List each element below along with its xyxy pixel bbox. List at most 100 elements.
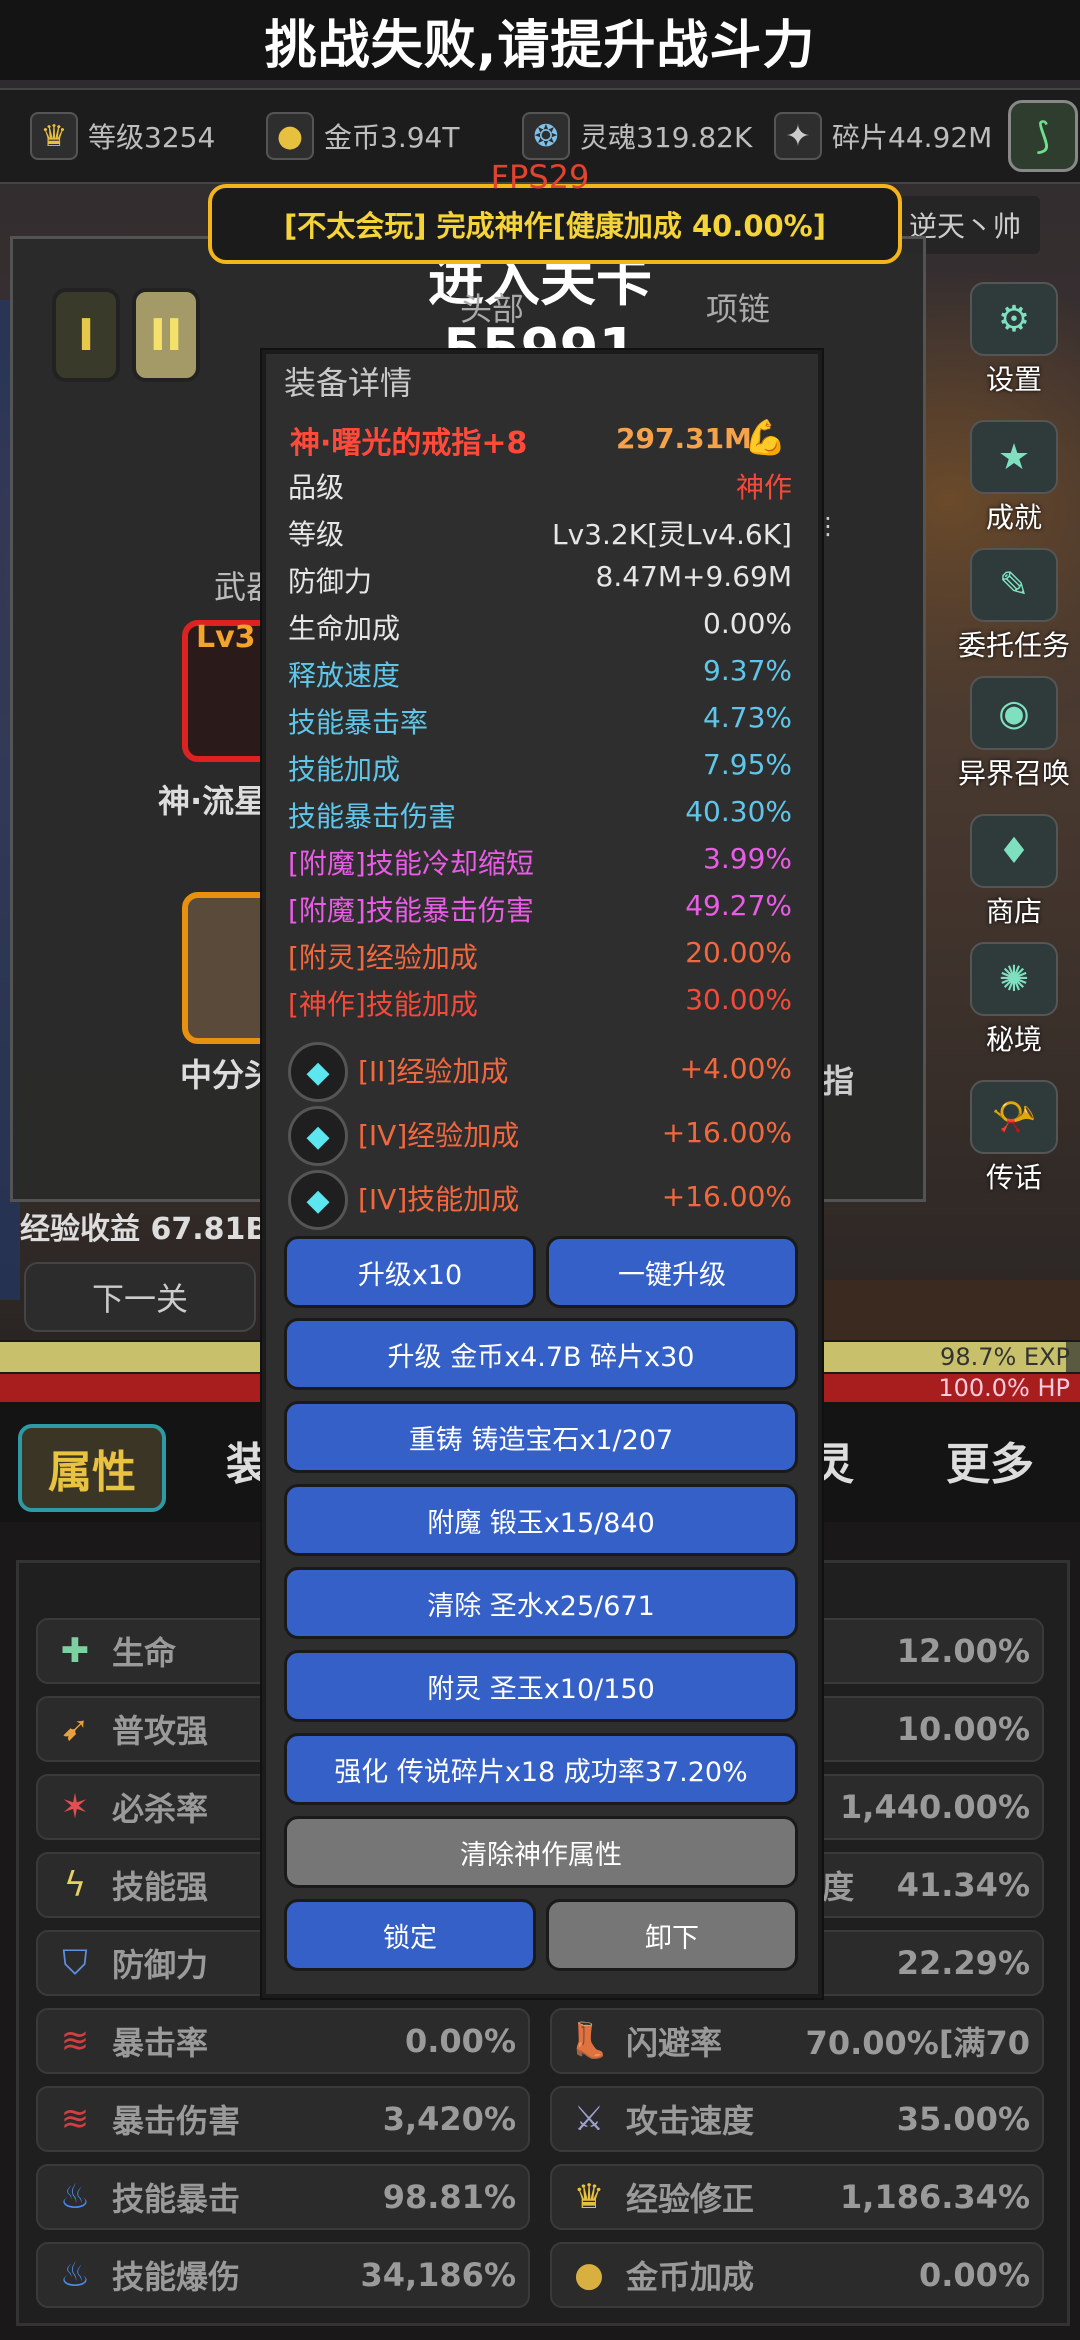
stat-label: 技能暴击 — [112, 2180, 241, 2218]
attack-icon: ➹ — [60, 1709, 90, 1749]
attribute-value: 神作 — [735, 471, 792, 504]
exp-percent: 98.7% EXP — [940, 1343, 1070, 1371]
unequip-button[interactable]: 卸下 — [546, 1899, 798, 1971]
star-icon: ★ — [970, 420, 1058, 494]
challenge-failed-banner: 挑战失败,请提升战斗力 — [0, 0, 1080, 80]
attribute-value: 20.00% — [685, 936, 792, 969]
next-stage-button[interactable]: 下一关 — [24, 1262, 256, 1332]
right-menu-item-5[interactable]: ✺ 秘境 — [952, 942, 1076, 1058]
tier-1-button[interactable]: I — [52, 288, 120, 382]
claw-red-icon: ≋ — [60, 2099, 90, 2139]
level-resource: ♛ 等级3254 — [30, 90, 215, 182]
stat-label: 生命 — [112, 1634, 177, 1672]
stat-row-right: ♛ 经验修正 1,186.34% — [550, 2164, 1044, 2230]
stat-value: 98.81% — [382, 2178, 516, 2216]
right-menu-item-3[interactable]: ◉ 异界召唤 — [952, 676, 1076, 792]
swords-icon: ⚔ — [573, 2099, 605, 2139]
stat-value: 70.00%[满70 — [805, 2024, 1030, 2062]
portal-icon: ✺ — [970, 942, 1058, 1016]
stat-value: 0.00% — [404, 2022, 516, 2060]
right-menu-item-4[interactable]: ♦ 商店 — [952, 814, 1076, 930]
diamond-gem-icon[interactable]: ◆ — [288, 1042, 348, 1102]
one-key-upgrade-button[interactable]: 一键升级 — [546, 1236, 798, 1308]
enchant-button[interactable]: 附魔 锻玉x15/840 — [284, 1484, 798, 1556]
right-menu-item-2[interactable]: ✎ 委托任务 — [952, 548, 1076, 664]
right-menu-item-0[interactable]: ⚙ 设置 — [952, 282, 1076, 398]
gem-socket-row: ◆ [II]经验加成 +4.00% — [288, 1042, 792, 1102]
lightning-icon: ϟ — [63, 1865, 87, 1905]
stat-value: 34,186% — [360, 2256, 516, 2294]
item-power: 297.31M — [616, 422, 752, 455]
attribute-label: 生命加成 — [288, 612, 401, 645]
right-menu-label: 商店 — [985, 895, 1042, 928]
gem-socket-row: ◆ [IV]技能加成 +16.00% — [288, 1170, 792, 1230]
health-icon: ✚ — [60, 1631, 90, 1671]
stat-label: 技能强 — [112, 1868, 209, 1906]
stat-label: 普攻强 — [112, 1712, 209, 1750]
right-menu-item-6[interactable]: 📯 传话 — [952, 1080, 1076, 1196]
strengthen-button[interactable]: 强化 传说碎片x18 成功率37.20% — [284, 1733, 798, 1805]
stat-row-right: ● 金币加成 0.00% — [550, 2242, 1044, 2308]
attribute-label: 品级 — [288, 471, 345, 504]
attribute-value: 49.27% — [685, 889, 792, 922]
stat-value: 1,186.34% — [840, 2178, 1030, 2216]
attribute-label: [附灵]经验加成 — [288, 941, 478, 974]
stat-label: 暴击率 — [112, 2024, 209, 2062]
crown-icon: ♛ — [30, 112, 78, 160]
fragment-icon: ✦ — [774, 112, 822, 160]
clear-masterwork-button[interactable]: 清除神作属性 — [284, 1816, 798, 1888]
horn-icon: 📯 — [970, 1080, 1058, 1154]
item-attribute-row: [神作]技能加成 30.00% — [288, 983, 792, 1027]
attribute-label: 技能暴击伤害 — [288, 800, 457, 833]
right-menu-item-1[interactable]: ★ 成就 — [952, 420, 1076, 536]
attribute-label: 防御力 — [288, 565, 373, 598]
popup-title: 装备详情 — [284, 364, 413, 402]
stat-label: 防御力 — [112, 1946, 209, 1984]
stat-value: 0.00% — [918, 2256, 1030, 2294]
attribute-label: [附魔]技能冷却缩短 — [288, 847, 534, 880]
stat-value: 22.29% — [896, 1944, 1030, 1982]
tab-attributes[interactable]: 属性 — [18, 1424, 166, 1512]
achievement-notice: [不太会玩] 完成神作[健康加成 40.00%] — [208, 184, 902, 264]
upgrade-cost-button[interactable]: 升级 金币x4.7B 碎片x30 — [284, 1318, 798, 1390]
item-attribute-row: [附灵]经验加成 20.00% — [288, 936, 792, 980]
stat-value: 1,440.00% — [840, 1788, 1030, 1826]
gem-value: +4.00% — [679, 1052, 792, 1085]
lock-button[interactable]: 锁定 — [284, 1899, 536, 1971]
item-attribute-row: [附魔]技能冷却缩短 3.99% — [288, 842, 792, 886]
ring-item-name-fragment: 指 — [822, 1062, 855, 1100]
diamond-gem-icon[interactable]: ◆ — [288, 1106, 348, 1166]
tier-2-button[interactable]: II — [132, 288, 200, 382]
stat-label: 经验修正 — [626, 2180, 755, 2218]
diamond-gem-icon[interactable]: ◆ — [288, 1170, 348, 1230]
right-menu-label: 异界召唤 — [957, 757, 1070, 790]
more-options-icon[interactable]: ⋮ — [816, 512, 840, 540]
exp-income: 经验收益 67.81B/ — [20, 1212, 280, 1247]
item-attribute-row: 释放速度 9.37% — [288, 654, 792, 698]
item-attribute-row: 生命加成 0.00% — [288, 607, 792, 651]
spirit-bind-button[interactable]: 附灵 圣玉x10/150 — [284, 1650, 798, 1722]
upgrade-x10-button[interactable]: 升级x10 — [284, 1236, 536, 1308]
tab-more[interactable]: 更多 — [946, 1428, 1034, 1492]
attribute-value: 0.00% — [703, 607, 792, 640]
stat-label: 必杀率 — [112, 1790, 209, 1828]
coin-icon: ● — [574, 2255, 604, 2295]
hp-percent: 100.0% HP — [938, 1374, 1070, 1402]
gem-value: +16.00% — [661, 1116, 792, 1149]
crown-icon: ♛ — [573, 2177, 605, 2217]
stat-row-left: ♨ 技能暴击 98.81% — [36, 2164, 530, 2230]
slot-head-label: 头部 — [460, 290, 525, 328]
claw-icon: ≋ — [60, 2021, 90, 2061]
bag-icon: ♦ — [970, 814, 1058, 888]
item-attribute-row: 等级 Lv3.2K[灵Lv4.6K] — [288, 513, 792, 557]
right-menu-label: 秘境 — [985, 1023, 1042, 1056]
menu-toggle-icon[interactable]: ⟆ — [1008, 100, 1078, 172]
soul-icon: ❂ — [522, 112, 570, 160]
stat-value: 3,420% — [382, 2100, 516, 2138]
stat-value: 35.00% — [896, 2100, 1030, 2138]
gem-label: [IV]技能加成 — [358, 1183, 520, 1216]
clear-enchant-button[interactable]: 清除 圣水x25/671 — [284, 1567, 798, 1639]
weapon-item-name: 神·流星 — [158, 782, 267, 820]
item-attribute-row: 技能加成 7.95% — [288, 748, 792, 792]
reforge-button[interactable]: 重铸 铸造宝石x1/207 — [284, 1401, 798, 1473]
